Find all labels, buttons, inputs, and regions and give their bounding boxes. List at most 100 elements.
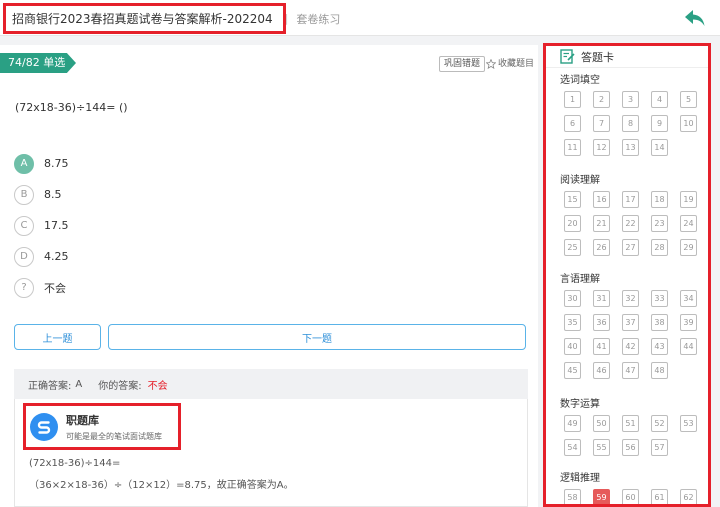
option-letter: C [14,215,34,236]
question-number-button[interactable]: 42 [622,338,639,355]
section-title: 逻辑推理 [560,473,600,484]
question-number-button[interactable]: 31 [593,290,610,307]
question-number-button[interactable]: 50 [593,415,610,432]
question-number-button[interactable]: 37 [622,314,639,331]
question-number-button[interactable]: 10 [680,115,697,132]
question-number-button[interactable]: 41 [593,338,610,355]
question-number-button[interactable]: 8 [622,115,639,132]
previous-question-button[interactable]: 上一题 [14,324,101,350]
brand-card: 职题库 可能是最全的笔试面试题库 [23,403,181,450]
question-number-button[interactable]: 49 [564,415,581,432]
question-number-button[interactable]: 21 [593,215,610,232]
option-dont-know[interactable]: ? 不会 [14,272,69,303]
consolidate-mistakes-button[interactable]: 巩固错题 [439,56,486,72]
correct-answer-label: 正确答案: [28,380,72,392]
option-text: 不会 [44,281,66,295]
correct-answer-value: A [75,378,83,390]
favorite-question-button[interactable]: 收藏题目 [486,56,534,72]
option-text: 8.75 [44,157,69,170]
question-number-button[interactable]: 35 [564,314,581,331]
option-text: 8.5 [44,188,62,201]
answer-sheet-icon [560,49,575,64]
option-d[interactable]: D 4.25 [14,241,69,272]
question-number-grid: 30 31 32 33 34 35 36 37 38 39 40 41 42 43 44 45 46 47 48 [564,290,697,379]
question-number-grid: 49 50 51 52 53 54 55 56 57 [564,415,697,456]
question-number-button[interactable]: 13 [622,139,639,156]
option-a[interactable]: A 8.75 [14,148,69,179]
question-number-button[interactable]: 9 [651,115,668,132]
question-number-button[interactable]: 53 [680,415,697,432]
question-number-button[interactable]: 58 [564,489,581,504]
question-number-button[interactable]: 56 [622,439,639,456]
question-number-button[interactable]: 27 [622,239,639,256]
question-number-button[interactable]: 55 [593,439,610,456]
question-number-button[interactable]: 15 [564,191,581,208]
option-b[interactable]: B 8.5 [14,179,69,210]
question-number-button[interactable]: 59 [593,489,610,504]
question-number-button[interactable]: 32 [622,290,639,307]
question-number-button[interactable]: 44 [680,338,697,355]
question-number-button[interactable]: 33 [651,290,668,307]
question-number-button[interactable]: 47 [622,362,639,379]
question-panel: 74/82 单选题 巩固错题 收藏题目 (72x18-36)÷144= () A… [0,45,538,507]
question-number-button[interactable]: 62 [680,489,697,504]
question-number-button[interactable]: 45 [564,362,581,379]
question-number-button[interactable]: 48 [651,362,668,379]
favorite-label: 收藏题目 [498,59,535,69]
question-number-button[interactable]: 5 [680,91,697,108]
top-bar: 招商银行2023春招真题试卷与答案解析-202204 | 套卷练习 [0,0,720,36]
option-text: 4.25 [44,250,69,263]
question-progress-badge: 74/82 单选题 [0,53,76,73]
options-list: A 8.75 B 8.5 C 17.5 D 4.25 ? 不会 [14,148,69,303]
your-answer-value: 不会 [147,380,168,392]
section-title: 选词填空 [560,75,600,86]
answer-card-panel: 答题卡 选词填空 1 2 3 4 5 6 7 8 9 10 11 12 13 14 阅读理解 15 16 17 18 1… [543,43,711,507]
question-number-button[interactable]: 18 [651,191,668,208]
question-number-button[interactable]: 17 [622,191,639,208]
answer-summary: 正确答案: A 你的答案: 不会 [14,369,528,399]
question-number-button[interactable]: 34 [680,290,697,307]
brand-name: 职题库 [66,413,99,427]
question-stem: (72x18-36)÷144= () [15,101,128,114]
exam-title-box: 招商银行2023春招真题试卷与答案解析-202204 | 套卷练习 [3,3,340,34]
question-number-button[interactable]: 39 [680,314,697,331]
answer-card-header: 答题卡 [546,46,708,68]
question-number-button[interactable]: 1 [564,91,581,108]
question-number-button[interactable]: 43 [651,338,668,355]
question-number-button[interactable]: 36 [593,314,610,331]
option-c[interactable]: C 17.5 [14,210,69,241]
question-number-button[interactable]: 6 [564,115,581,132]
question-number-button[interactable]: 46 [593,362,610,379]
question-number-button[interactable]: 22 [622,215,639,232]
question-number-button[interactable]: 52 [651,415,668,432]
question-number-button[interactable]: 20 [564,215,581,232]
question-number-button[interactable]: 30 [564,290,581,307]
question-number-button[interactable]: 57 [651,439,668,456]
question-number-button[interactable]: 28 [651,239,668,256]
brand-logo [30,412,58,441]
question-number-button[interactable]: 12 [593,139,610,156]
question-number-button[interactable]: 16 [593,191,610,208]
next-question-button[interactable]: 下一题 [108,324,526,350]
answer-analysis-panel: 正确答案: A 你的答案: 不会 职题库 可能是最全的笔试面试题库 (72x18… [14,369,528,507]
question-number-button[interactable]: 60 [622,489,639,504]
question-number-button[interactable]: 2 [593,91,610,108]
question-number-button[interactable]: 51 [622,415,639,432]
question-number-button[interactable]: 14 [651,139,668,156]
question-number-button[interactable]: 7 [593,115,610,132]
back-button[interactable] [684,8,706,28]
question-number-button[interactable]: 29 [680,239,697,256]
question-number-button[interactable]: 23 [651,215,668,232]
question-number-button[interactable]: 25 [564,239,581,256]
question-number-button[interactable]: 3 [622,91,639,108]
question-number-button[interactable]: 19 [680,191,697,208]
question-number-button[interactable]: 40 [564,338,581,355]
question-number-button[interactable]: 24 [680,215,697,232]
section-title: 数字运算 [560,399,600,410]
question-number-button[interactable]: 26 [593,239,610,256]
question-number-button[interactable]: 61 [651,489,668,504]
question-number-button[interactable]: 11 [564,139,581,156]
question-number-button[interactable]: 4 [651,91,668,108]
question-number-button[interactable]: 54 [564,439,581,456]
question-number-button[interactable]: 38 [651,314,668,331]
